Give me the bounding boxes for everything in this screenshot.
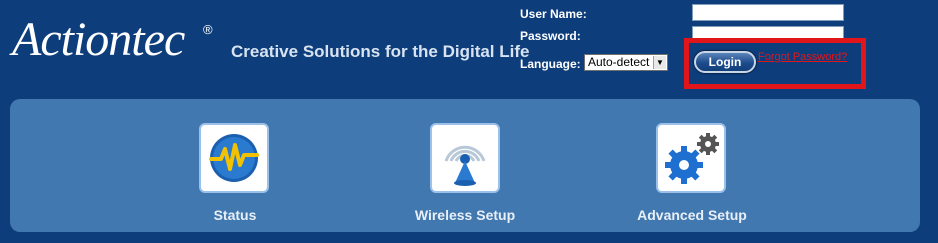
status-label[interactable]: Status [182, 207, 288, 223]
language-label: Language: [520, 57, 581, 71]
wireless-tile[interactable] [430, 123, 500, 193]
gears-icon [665, 133, 719, 184]
wireless-icon [444, 145, 486, 186]
status-tile[interactable] [199, 123, 269, 193]
advanced-setup-label[interactable]: Advanced Setup [620, 207, 764, 223]
nav-panel: Status Wireless Setup Advanced Setup [10, 99, 920, 232]
status-icon [209, 134, 259, 182]
password-label: Password: [520, 29, 581, 43]
header: Actiontec ® Creative Solutions for the D… [0, 0, 938, 98]
language-selected-value: Auto-detect [588, 55, 650, 69]
tagline: Creative Solutions for the Digital Life [231, 42, 530, 61]
advanced-tile[interactable] [656, 123, 726, 193]
bottom-bar [0, 235, 938, 243]
language-select[interactable]: Auto-detect ▼ [584, 54, 668, 71]
actiontec-logo: Actiontec [12, 13, 185, 66]
chevron-down-icon: ▼ [653, 56, 666, 69]
username-input[interactable] [692, 4, 844, 21]
username-label: User Name: [520, 7, 587, 21]
wireless-setup-label[interactable]: Wireless Setup [399, 207, 531, 223]
login-button[interactable]: Login [694, 51, 756, 73]
registered-mark: ® [203, 22, 213, 37]
forgot-password-link[interactable]: Forgot Password? [758, 51, 847, 63]
